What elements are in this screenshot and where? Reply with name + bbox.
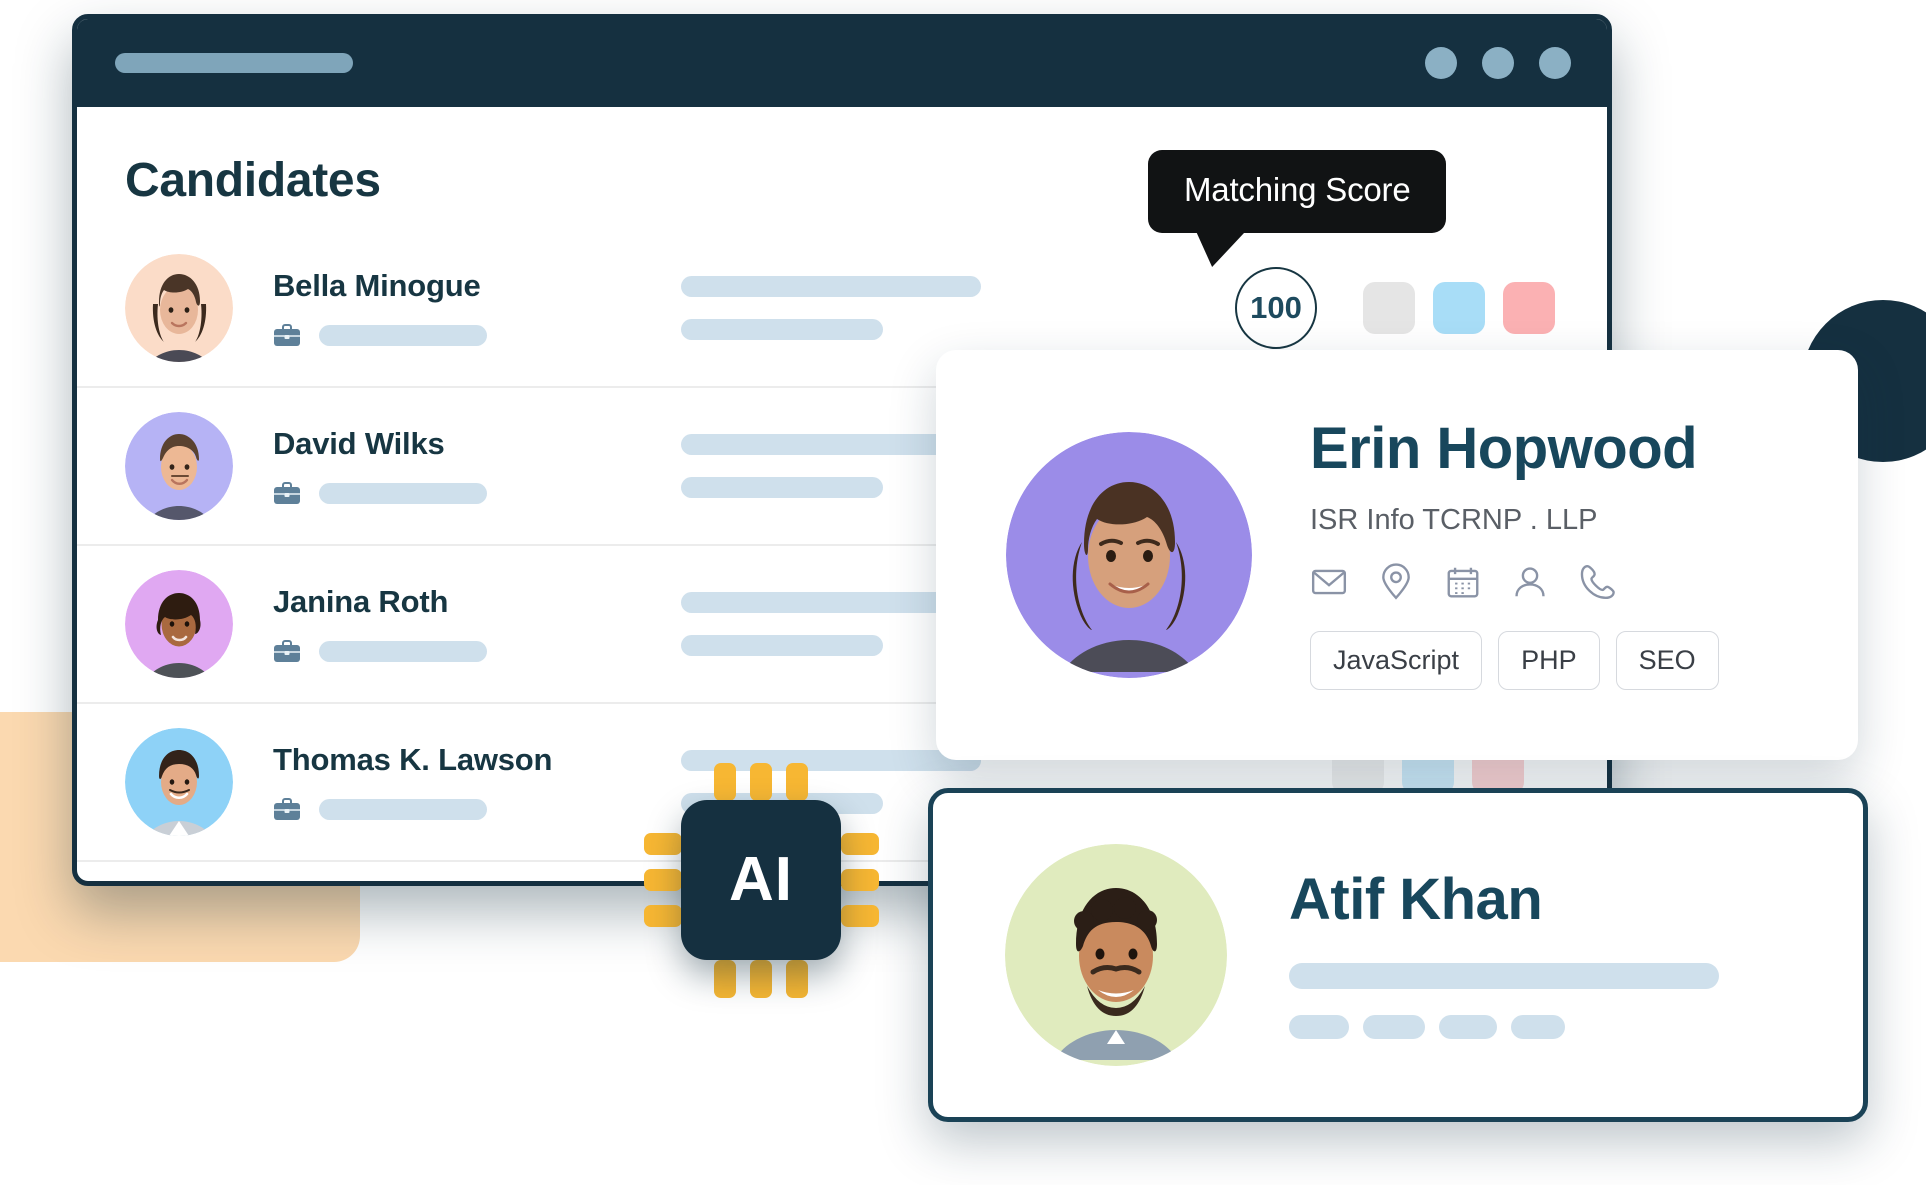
status-swatch-pink[interactable] xyxy=(1503,282,1555,334)
location-icon[interactable] xyxy=(1377,563,1415,601)
candidate-info: Thomas K. Lawson xyxy=(273,742,653,822)
chip-pin-icon xyxy=(714,960,736,998)
avatar xyxy=(1005,844,1227,1066)
phone-icon[interactable] xyxy=(1578,563,1616,601)
skill-tag[interactable]: SEO xyxy=(1615,631,1719,690)
chip-pin-icon xyxy=(841,905,879,927)
avatar xyxy=(125,254,233,362)
candidate-name: David Wilks xyxy=(273,426,445,461)
profile-details: Erin Hopwood ISR Info TCRNP . LLP JavaSc… xyxy=(1310,420,1719,690)
person-icon[interactable] xyxy=(1511,563,1549,601)
chip-skeleton xyxy=(1511,1015,1565,1039)
profile-name: Erin Hopwood xyxy=(1310,416,1698,481)
ai-chip-graphic: AI xyxy=(636,755,886,1005)
job-title-skeleton xyxy=(319,482,487,504)
profile-details: Atif Khan xyxy=(1289,871,1719,1039)
job-line xyxy=(273,638,653,664)
profile-company: ISR Info TCRNP . LLP xyxy=(1310,504,1598,536)
job-title-skeleton xyxy=(319,640,487,662)
avatar xyxy=(125,570,233,678)
chip-pin-icon xyxy=(841,833,879,855)
matching-score-tooltip: Matching Score xyxy=(1148,150,1447,233)
chip-pin-icon xyxy=(714,763,736,801)
skill-tag[interactable]: JavaScript xyxy=(1310,631,1483,690)
profile-skeleton-primary xyxy=(1289,963,1719,989)
briefcase-icon xyxy=(273,638,301,664)
browser-title-bar xyxy=(77,19,1607,107)
job-line xyxy=(273,480,653,506)
job-title-skeleton xyxy=(319,798,487,820)
profile-card-erin-hopwood[interactable]: Erin Hopwood ISR Info TCRNP . LLP JavaSc… xyxy=(936,350,1858,760)
chip-body: AI xyxy=(681,800,841,960)
status-swatch-blue[interactable] xyxy=(1433,282,1485,334)
avatar xyxy=(125,412,233,520)
candidate-info: Janina Roth xyxy=(273,584,653,664)
candidate-info: David Wilks xyxy=(273,426,653,506)
chip-skeleton xyxy=(1439,1015,1497,1039)
status-swatch-neutral[interactable] xyxy=(1363,282,1415,334)
close-dot-icon[interactable] xyxy=(1539,47,1571,79)
skill-tag-list: JavaScript PHP SEO xyxy=(1310,631,1719,690)
chip-skeleton xyxy=(1289,1015,1349,1039)
chip-pin-icon xyxy=(644,833,682,855)
candidate-meta xyxy=(681,276,1011,340)
minimize-dot-icon[interactable] xyxy=(1425,47,1457,79)
job-title-skeleton xyxy=(319,324,487,346)
profile-chip-skeletons xyxy=(1289,1015,1719,1039)
candidate-name: Bella Minogue xyxy=(273,268,481,303)
chip-pin-icon xyxy=(786,763,808,801)
contact-icon-row xyxy=(1310,563,1719,601)
profile-name: Atif Khan xyxy=(1289,867,1543,932)
email-icon[interactable] xyxy=(1310,563,1348,601)
meta-skeleton-secondary xyxy=(681,635,883,656)
screenshot-stage: Candidates Bella Minogue 100 David Wilks… xyxy=(0,0,1926,1185)
meta-skeleton-secondary xyxy=(681,319,883,340)
chip-pin-icon xyxy=(644,905,682,927)
chip-skeleton xyxy=(1363,1015,1425,1039)
window-controls xyxy=(1425,47,1571,79)
avatar xyxy=(1006,432,1252,678)
profile-card-atif-khan[interactable]: Atif Khan xyxy=(928,788,1868,1122)
meta-skeleton-secondary xyxy=(681,477,883,498)
job-line xyxy=(273,322,653,348)
matching-score-badge[interactable]: 100 xyxy=(1235,267,1317,349)
candidate-actions: 100 xyxy=(1235,267,1607,349)
status-swatches xyxy=(1363,282,1555,334)
briefcase-icon xyxy=(273,796,301,822)
chip-pin-icon xyxy=(644,869,682,891)
avatar xyxy=(125,728,233,836)
calendar-icon[interactable] xyxy=(1444,563,1482,601)
chip-pin-icon xyxy=(750,763,772,801)
chip-pin-icon xyxy=(841,869,879,891)
candidate-name: Janina Roth xyxy=(273,584,449,619)
meta-skeleton-primary xyxy=(681,276,981,297)
job-line xyxy=(273,796,653,822)
candidate-name: Thomas K. Lawson xyxy=(273,742,553,777)
briefcase-icon xyxy=(273,480,301,506)
skill-tag[interactable]: PHP xyxy=(1498,631,1600,690)
chip-pin-icon xyxy=(750,960,772,998)
maximize-dot-icon[interactable] xyxy=(1482,47,1514,79)
briefcase-icon xyxy=(273,322,301,348)
candidate-info: Bella Minogue xyxy=(273,268,653,348)
chip-pin-icon xyxy=(786,960,808,998)
chip-label: AI xyxy=(729,845,793,914)
url-bar[interactable] xyxy=(115,53,353,73)
